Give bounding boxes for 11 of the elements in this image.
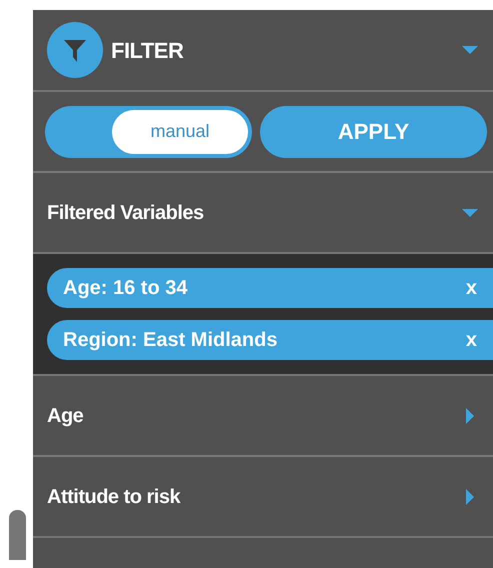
mode-toggle[interactable]: manual <box>45 106 252 158</box>
remove-button[interactable]: x <box>466 273 477 303</box>
chip-label: Age: 16 to 34 <box>63 276 188 301</box>
apply-button[interactable]: APPLY <box>260 106 487 158</box>
section-title: Filtered Variables <box>47 200 205 226</box>
scrollbar-thumb[interactable] <box>9 510 26 560</box>
chip-label: Region: East Midlands <box>63 328 278 353</box>
section-title: Attitude to risk <box>47 484 182 510</box>
panel-title: FILTER <box>111 36 184 64</box>
remove-button[interactable]: x <box>466 325 477 355</box>
section-title: Age <box>47 404 84 428</box>
